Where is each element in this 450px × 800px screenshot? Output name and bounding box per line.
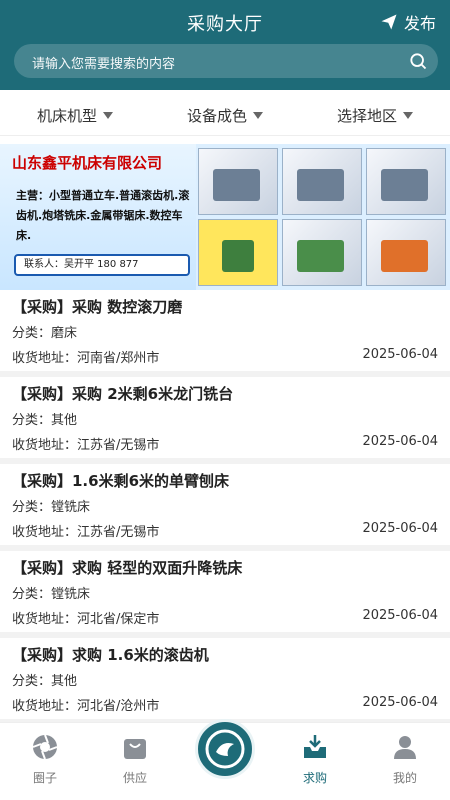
inbox-download-icon	[304, 735, 326, 758]
item-category: 分类：其他	[12, 413, 78, 428]
tab-label: 供应	[122, 771, 147, 785]
search-placeholder: 请输入您需要搜索的内容	[32, 57, 176, 72]
item-address: 收货地址：江苏省/无锡市	[12, 438, 160, 453]
machine-image	[366, 148, 446, 215]
publish-button[interactable]: 发布	[380, 10, 436, 34]
tab-label: 圈子	[32, 771, 57, 785]
search-icon[interactable]	[408, 51, 428, 71]
item-title: 【采购】求购 1.6米的滚齿机	[12, 646, 209, 664]
item-date: 2025-06-04	[362, 695, 438, 710]
item-category: 分类：磨床	[12, 326, 78, 341]
header: 采购大厅 发布 请输入您需要搜索的内容	[0, 0, 450, 90]
item-date: 2025-06-04	[362, 347, 438, 362]
item-address: 收货地址：河南省/郑州市	[12, 351, 160, 366]
paper-plane-icon	[381, 14, 397, 30]
list-item[interactable]: 【采购】1.6米剩6米的单臂刨床 分类：镗铣床 收货地址：江苏省/无锡市 202…	[0, 464, 450, 551]
machine-image	[282, 219, 362, 286]
dropdown-triangle-icon	[103, 112, 113, 119]
item-address: 收货地址：江苏省/无锡市	[12, 525, 160, 540]
dropdown-triangle-icon	[253, 112, 263, 119]
list-item[interactable]: 【采购】求购 1.6米的滚齿机 分类：其他 收货地址：河北省/沧州市 2025-…	[0, 638, 450, 725]
bottom-tab-bar: 圈子 供应 求购 我的	[0, 719, 450, 800]
list-item[interactable]: 【采购】求购 轻型的双面升降铣床 分类：镗铣床 收货地址：河北省/保定市 202…	[0, 551, 450, 638]
banner-contact: 联系人：吴开平 180 877	[14, 254, 190, 276]
filter-label: 机床机型	[36, 107, 97, 125]
tab-label: 求购	[302, 771, 327, 785]
filter-region[interactable]: 选择地区	[337, 105, 413, 126]
list-item[interactable]: 【采购】采购 2米剩6米龙门铣台 分类：其他 收货地址：江苏省/无锡市 2025…	[0, 377, 450, 464]
item-title: 【采购】求购 轻型的双面升降铣床	[12, 559, 243, 577]
tab-mine[interactable]: 我的	[360, 723, 450, 800]
shopping-bag-icon	[124, 739, 146, 759]
ad-banner[interactable]: 山东鑫平机床有限公司 主营：小型普通立车.普通滚齿机.滚齿机.炮塔铣床.金属带锯…	[0, 144, 450, 290]
tab-supply[interactable]: 供应	[90, 723, 180, 800]
item-category: 分类：镗铣床	[12, 500, 91, 515]
aperture-icon	[32, 734, 58, 760]
search-input[interactable]: 请输入您需要搜索的内容	[14, 44, 438, 78]
filter-condition[interactable]: 设备成色	[187, 105, 263, 126]
item-date: 2025-06-04	[362, 521, 438, 536]
list-item[interactable]: 【采购】采购 数控滚刀磨 分类：磨床 收货地址：河南省/郑州市 2025-06-…	[0, 290, 450, 377]
logo-icon	[205, 729, 245, 769]
center-logo-button[interactable]	[195, 719, 255, 779]
tab-circle[interactable]: 圈子	[0, 723, 90, 800]
banner-main-business: 主营：小型普通立车.普通滚齿机.滚齿机.炮塔铣床.金属带锯床.数控车床.	[16, 189, 190, 242]
item-title: 【采购】1.6米剩6米的单臂刨床	[12, 472, 230, 490]
machine-image	[282, 148, 362, 215]
banner-company: 山东鑫平机床有限公司	[12, 154, 163, 172]
item-title: 【采购】采购 2米剩6米龙门铣台	[12, 385, 234, 403]
dropdown-triangle-icon	[403, 112, 413, 119]
banner-machine-images	[198, 148, 446, 286]
machine-image	[366, 219, 446, 286]
filter-bar: 机床机型 设备成色 选择地区	[0, 96, 450, 136]
item-date: 2025-06-04	[362, 608, 438, 623]
tab-label: 我的	[392, 771, 417, 785]
tab-purchase[interactable]: 求购	[270, 723, 360, 800]
filter-machine-type[interactable]: 机床机型	[37, 105, 113, 126]
publish-label: 发布	[403, 14, 436, 33]
filter-label: 选择地区	[336, 107, 397, 125]
user-icon	[394, 736, 416, 759]
item-category: 分类：镗铣床	[12, 587, 91, 602]
item-address: 收货地址：河北省/保定市	[12, 612, 160, 627]
item-date: 2025-06-04	[362, 434, 438, 449]
filter-label: 设备成色	[186, 107, 247, 125]
machine-image	[198, 219, 278, 286]
banner-info: 山东鑫平机床有限公司 主营：小型普通立车.普通滚齿机.滚齿机.炮塔铣床.金属带锯…	[0, 144, 196, 290]
item-category: 分类：其他	[12, 674, 78, 689]
machine-image	[198, 148, 278, 215]
item-title: 【采购】采购 数控滚刀磨	[12, 298, 183, 316]
item-address: 收货地址：河北省/沧州市	[12, 699, 160, 714]
